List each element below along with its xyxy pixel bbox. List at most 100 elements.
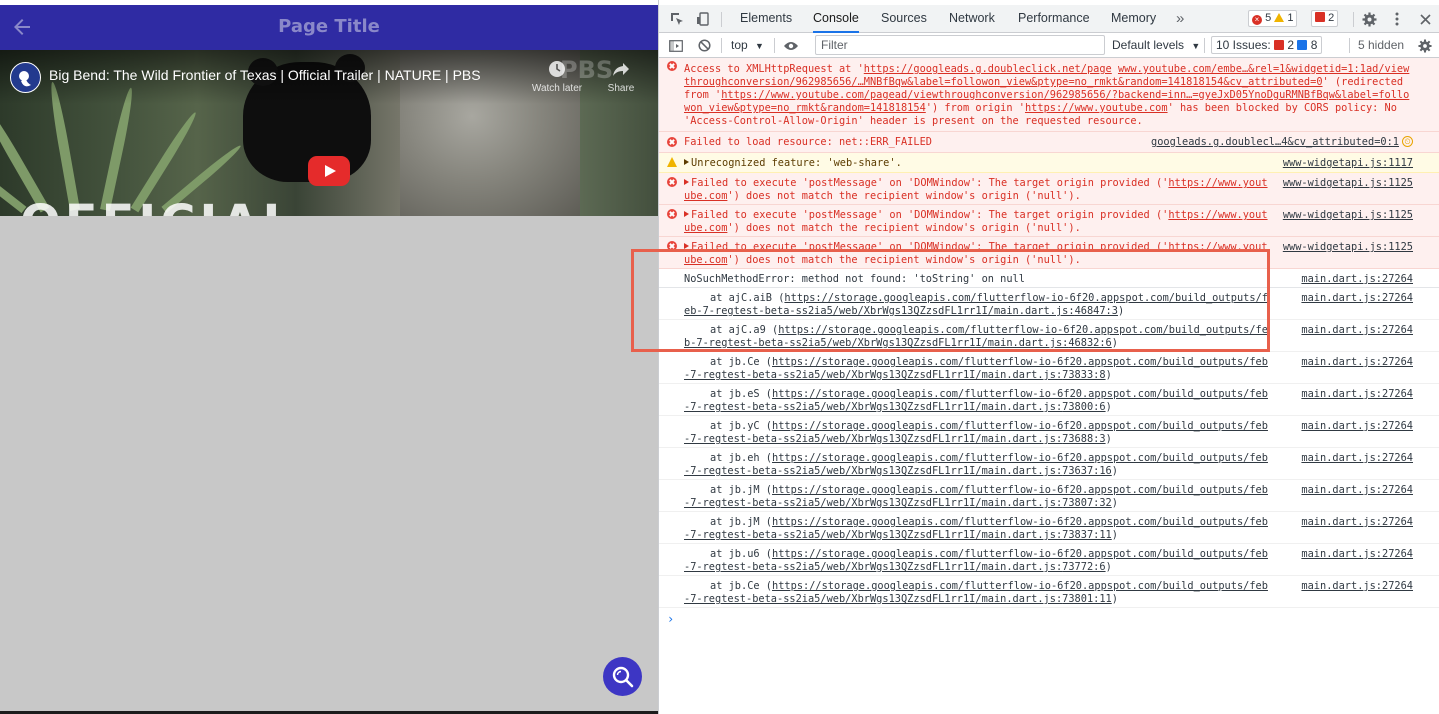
url-link[interactable]: https://www.youtube.com <box>1025 102 1168 114</box>
console-message-error[interactable]: Failed to execute 'postMessage' on 'DOMW… <box>659 173 1439 205</box>
message-source-link[interactable]: main.dart.js:27264 <box>1301 516 1413 529</box>
tab-console[interactable]: Console <box>813 5 859 33</box>
stack-frame-row[interactable]: at jb.yC (https://storage.googleapis.com… <box>659 416 1439 448</box>
issues-counter[interactable]: 2 <box>1311 10 1339 27</box>
stack-frame-link[interactable]: https://storage.googleapis.com/flutterfl… <box>684 388 1268 413</box>
warning-icon <box>667 157 677 167</box>
youtube-play-button[interactable] <box>308 156 350 186</box>
inspect-element-icon[interactable] <box>666 5 688 33</box>
message-source-link[interactable]: www-widgetapi.js:1125 <box>1283 241 1413 254</box>
tab-elements[interactable]: Elements <box>740 5 792 33</box>
close-devtools-icon[interactable] <box>1414 5 1436 33</box>
hidden-messages-count: 5 hidden <box>1358 38 1405 52</box>
log-levels-dropdown[interactable]: Default levels ▼ <box>1112 33 1200 58</box>
context-selector[interactable]: top ▼ <box>731 33 764 58</box>
stack-frame-link[interactable]: https://storage.googleapis.com/flutterfl… <box>684 484 1268 509</box>
share-arrow-icon <box>613 63 629 76</box>
url-link[interactable]: https://googleads.g.doubleclick.net/page <box>864 63 1112 75</box>
expand-caret-icon[interactable] <box>684 159 689 165</box>
log-levels-label: Default levels <box>1112 38 1185 52</box>
watch-later-label: Watch later <box>531 83 583 94</box>
tab-memory[interactable]: Memory <box>1111 5 1156 33</box>
watch-later-button[interactable]: Watch later <box>529 60 585 94</box>
stack-url: https://storage.googleapis.com/flutterfl… <box>684 484 1268 509</box>
message-source-link[interactable]: main.dart.js:27264 <box>1301 292 1413 305</box>
message-source-link[interactable]: main.dart.js:27264 <box>1301 548 1413 561</box>
message-source-link[interactable]: www-widgetapi.js:1125 <box>1283 209 1413 222</box>
error-icon <box>667 177 677 187</box>
console-message-log[interactable]: NoSuchMethodError: method not found: 'to… <box>659 269 1439 288</box>
console-message-error[interactable]: Failed to execute 'postMessage' on 'DOMW… <box>659 205 1439 237</box>
stack-frame-row[interactable]: at ajC.aiB (https://storage.googleapis.c… <box>659 288 1439 320</box>
youtube-video-embed[interactable]: PBS Big Bend: The Wild Frontier of Texas… <box>0 50 658 216</box>
channel-logo-icon[interactable] <box>10 62 41 93</box>
message-source-link[interactable]: main.dart.js:27264 <box>1301 580 1413 593</box>
console-message-error[interactable]: Access to XMLHttpRequest at 'https://goo… <box>659 58 1439 132</box>
stack-location: 73833:8 <box>1062 369 1106 381</box>
expand-caret-icon[interactable] <box>684 211 689 217</box>
tab-network[interactable]: Network <box>949 5 995 33</box>
stack-frame-row[interactable]: at jb.jM (https://storage.googleapis.com… <box>659 512 1439 544</box>
expand-caret-icon[interactable] <box>684 243 689 249</box>
share-button[interactable]: Share <box>593 60 649 94</box>
message-source-link[interactable]: www-widgetapi.js:1117 <box>1283 157 1413 170</box>
console-filter-input[interactable] <box>815 35 1105 55</box>
stack-function-name: jb.Ce <box>728 356 760 368</box>
issues-button[interactable]: 10 Issues: 2 8 <box>1211 33 1323 58</box>
stack-frame-link[interactable]: https://storage.googleapis.com/flutterfl… <box>684 580 1268 605</box>
sidebar-toggle-icon[interactable] <box>665 33 687 58</box>
console-message-error[interactable]: Failed to load resource: net::ERR_FAILED… <box>659 132 1439 153</box>
stack-function-name: jb.u6 <box>728 548 760 560</box>
console-message-warning[interactable]: Unrecognized feature: 'web-share'. www-w… <box>659 153 1439 173</box>
devtools-panel: Elements Console Sources Network Perform… <box>658 0 1439 714</box>
more-tabs-button[interactable]: » <box>1176 5 1184 33</box>
stack-frame-row[interactable]: at jb.eh (https://storage.googleapis.com… <box>659 448 1439 480</box>
kebab-menu-icon[interactable] <box>1386 5 1408 33</box>
stack-frame-row[interactable]: at jb.Ce (https://storage.googleapis.com… <box>659 576 1439 608</box>
message-source-link[interactable]: main.dart.js:27264 <box>1301 484 1413 497</box>
stack-frame-row[interactable]: at ajC.a9 (https://storage.googleapis.co… <box>659 320 1439 352</box>
message-text: Failed to execute 'postMessage' on 'DOMW… <box>684 241 1270 267</box>
clear-console-icon[interactable] <box>693 33 715 58</box>
live-expression-eye-icon[interactable] <box>780 33 802 58</box>
message-source-link[interactable]: main.dart.js:27264 <box>1301 420 1413 433</box>
stack-frame-row[interactable]: at jb.Ce (https://storage.googleapis.com… <box>659 352 1439 384</box>
tab-performance[interactable]: Performance <box>1018 5 1090 33</box>
page-title: Page Title <box>278 16 380 37</box>
issue-flag-icon <box>1315 12 1325 22</box>
stack-frame-link[interactable]: https://storage.googleapis.com/flutterfl… <box>684 516 1268 541</box>
message-source-link[interactable]: main.dart.js:27264 <box>1301 388 1413 401</box>
stack-frame-row[interactable]: at jb.jM (https://storage.googleapis.com… <box>659 480 1439 512</box>
message-source-link[interactable]: main.dart.js:27264 <box>1301 356 1413 369</box>
text-segment: Failed to execute 'postMessage' on 'DOMW… <box>691 177 1169 189</box>
stack-frame-link[interactable]: https://storage.googleapis.com/flutterfl… <box>684 548 1268 573</box>
search-fab-button[interactable] <box>603 657 642 696</box>
stack-frame-link[interactable]: https://storage.googleapis.com/flutterfl… <box>684 452 1268 477</box>
console-settings-gear-icon[interactable] <box>1414 33 1436 58</box>
stack-url: https://storage.googleapis.com/flutterfl… <box>684 580 1268 605</box>
stack-frame-row[interactable]: at jb.eS (https://storage.googleapis.com… <box>659 384 1439 416</box>
message-source-link[interactable]: googleads.g.doublecl…4&cv_attributed=0:1 <box>1151 136 1399 149</box>
message-source-link[interactable]: main.dart.js:27264 <box>1301 273 1413 286</box>
video-title[interactable]: Big Bend: The Wild Frontier of Texas | O… <box>49 67 481 83</box>
issue-flag-icon <box>1274 40 1285 50</box>
message-source-link[interactable]: main.dart.js:27264 <box>1301 324 1413 337</box>
video-overlay-text: OFFICIAL <box>20 195 297 216</box>
tab-sources[interactable]: Sources <box>881 5 927 33</box>
expand-caret-icon[interactable] <box>684 179 689 185</box>
stack-frame-link[interactable]: https://storage.googleapis.com/flutterfl… <box>684 420 1268 445</box>
console-prompt-row[interactable]: › <box>659 608 1439 632</box>
error-warning-counter[interactable]: × 5 1 <box>1248 10 1298 27</box>
console-message-error[interactable]: Failed to execute 'postMessage' on 'DOMW… <box>659 237 1439 269</box>
network-request-icon[interactable]: ⏲ <box>1402 136 1413 147</box>
tab-separator <box>721 12 722 27</box>
stack-location: 73837:11 <box>1062 529 1112 541</box>
stack-frame-row[interactable]: at jb.u6 (https://storage.googleapis.com… <box>659 544 1439 576</box>
stack-function-name: jb.eh <box>728 452 760 464</box>
settings-gear-icon[interactable] <box>1358 5 1380 33</box>
message-source-link[interactable]: main.dart.js:27264 <box>1301 452 1413 465</box>
error-count-icon: × <box>1252 15 1262 25</box>
message-source-link[interactable]: www-widgetapi.js:1125 <box>1283 177 1413 190</box>
device-toolbar-icon[interactable] <box>692 5 714 33</box>
stack-frame-link[interactable]: https://storage.googleapis.com/flutterfl… <box>684 356 1268 381</box>
